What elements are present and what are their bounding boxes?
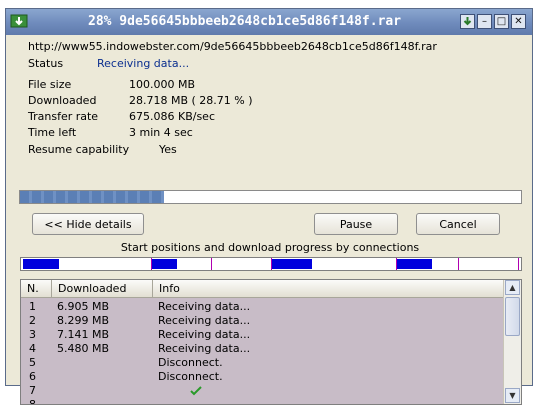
table-row[interactable]: 5 Disconnect. bbox=[21, 356, 505, 370]
cell-downloaded: 8.299 MB bbox=[57, 314, 110, 327]
cell-n: 3 bbox=[29, 328, 36, 341]
maximize-button[interactable]: □ bbox=[494, 14, 509, 29]
cell-info: Receiving data... bbox=[158, 300, 251, 313]
table-row[interactable]: 2 8.299 MB Receiving data... bbox=[21, 314, 505, 328]
connection-segment-1 bbox=[23, 259, 59, 269]
transfer-rate-value: 675.086 KB/sec bbox=[129, 110, 215, 123]
connection-segment-2 bbox=[152, 259, 177, 269]
minimize-button[interactable]: – bbox=[477, 14, 492, 29]
table-header: N. Downloaded Info bbox=[21, 280, 505, 298]
connection-segment-3 bbox=[272, 259, 312, 269]
connection-start-marker-6 bbox=[458, 258, 459, 270]
hide-details-button[interactable]: << Hide details bbox=[32, 213, 144, 235]
resume-capability-value: Yes bbox=[159, 143, 177, 156]
column-header-n[interactable]: N. bbox=[21, 280, 52, 298]
app-download-icon[interactable] bbox=[10, 12, 28, 30]
connection-segment-4 bbox=[397, 259, 432, 269]
downloaded-label: Downloaded bbox=[28, 94, 97, 107]
window-content: http://www55.indowebster.com/9de56645bbb… bbox=[6, 35, 532, 405]
time-left-label: Time left bbox=[28, 126, 77, 139]
checkmark-icon bbox=[190, 386, 202, 396]
window-title: 28% 9de56645bbbeeb2648cb1ce5d86f148f.rar bbox=[88, 14, 402, 29]
downloaded-value: 28.718 MB ( 28.71 % ) bbox=[129, 94, 253, 107]
close-button[interactable]: ✕ bbox=[511, 14, 526, 29]
cell-info: Receiving data... bbox=[158, 314, 251, 327]
scrollbar-thumb[interactable] bbox=[505, 297, 520, 336]
connection-start-marker-7 bbox=[518, 258, 519, 270]
cell-downloaded: 6.905 MB bbox=[57, 300, 110, 313]
pause-button[interactable]: Pause bbox=[314, 213, 398, 235]
connections-progress-map bbox=[20, 257, 522, 271]
table-row[interactable]: 3 7.141 MB Receiving data... bbox=[21, 328, 505, 342]
file-size-label: File size bbox=[28, 78, 72, 91]
file-size-value: 100.000 MB bbox=[129, 78, 196, 91]
status-value: Receiving data... bbox=[97, 57, 190, 70]
cell-downloaded: 5.480 MB bbox=[57, 342, 110, 355]
column-header-downloaded[interactable]: Downloaded bbox=[52, 280, 153, 298]
cell-info: Receiving data... bbox=[158, 328, 251, 341]
download-window: 28% 9de56645bbbeeb2648cb1ce5d86f148f.rar… bbox=[5, 8, 533, 405]
connections-table[interactable]: N. Downloaded Info 1 6.905 MB Receiving … bbox=[20, 279, 522, 405]
table-scrollbar[interactable]: ▲ ▼ bbox=[503, 280, 521, 404]
title-bar[interactable]: 28% 9de56645bbbeeb2648cb1ce5d86f148f.rar… bbox=[6, 9, 532, 35]
cell-n: 5 bbox=[29, 356, 36, 369]
resume-capability-label: Resume capability bbox=[28, 143, 130, 156]
table-row[interactable]: 4 5.480 MB Receiving data... bbox=[21, 342, 505, 356]
cell-n: 8 bbox=[29, 398, 36, 405]
cancel-button[interactable]: Cancel bbox=[416, 213, 500, 235]
cell-n: 1 bbox=[29, 300, 36, 313]
table-row[interactable]: 1 6.905 MB Receiving data... bbox=[21, 300, 505, 314]
cell-info: Disconnect. bbox=[158, 356, 223, 369]
cell-n: 6 bbox=[29, 370, 36, 383]
status-label: Status bbox=[28, 57, 64, 70]
cell-info: Disconnect. bbox=[158, 370, 223, 383]
download-progress-fill bbox=[20, 191, 164, 203]
connections-caption: Start positions and download progress by… bbox=[120, 241, 420, 254]
table-row[interactable]: 8 bbox=[21, 398, 505, 405]
download-arrow-icon[interactable] bbox=[460, 14, 475, 29]
download-url: http://www55.indowebster.com/9de56645bbb… bbox=[28, 40, 437, 53]
download-progress-bar bbox=[19, 190, 522, 204]
cell-n: 2 bbox=[29, 314, 36, 327]
column-header-info[interactable]: Info bbox=[153, 280, 505, 298]
scroll-up-arrow-icon[interactable]: ▲ bbox=[505, 280, 520, 295]
transfer-rate-label: Transfer rate bbox=[28, 110, 99, 123]
cell-info: Receiving data... bbox=[158, 342, 251, 355]
table-row[interactable]: 6 Disconnect. bbox=[21, 370, 505, 384]
cell-downloaded: 7.141 MB bbox=[57, 328, 110, 341]
cell-n: 4 bbox=[29, 342, 36, 355]
connection-start-marker-3 bbox=[211, 258, 212, 270]
time-left-value: 3 min 4 sec bbox=[129, 126, 193, 139]
